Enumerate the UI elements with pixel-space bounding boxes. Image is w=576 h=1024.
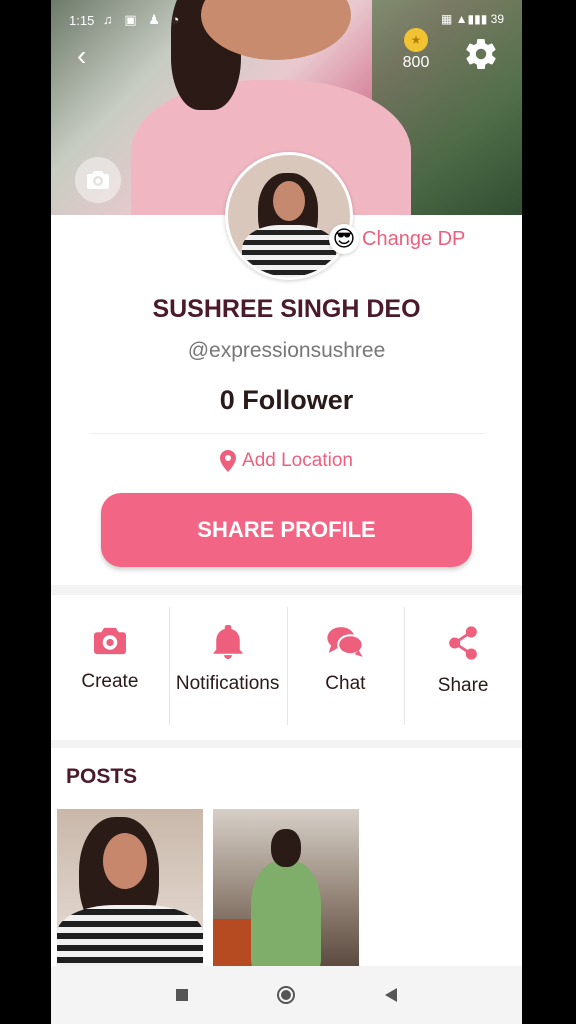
change-dp-label: Change DP bbox=[362, 227, 466, 250]
add-location-link[interactable]: Add Location bbox=[51, 450, 522, 472]
divider bbox=[89, 433, 484, 434]
post-thumbnail[interactable] bbox=[57, 809, 203, 967]
section-gap bbox=[51, 585, 522, 595]
camera-icon bbox=[93, 627, 126, 655]
back-arrow-icon[interactable]: ‹ bbox=[77, 42, 101, 70]
section-gap bbox=[51, 740, 522, 748]
status-time: 1:15 bbox=[69, 13, 95, 28]
action-create[interactable]: Create bbox=[51, 597, 169, 732]
chat-icon bbox=[327, 627, 365, 657]
coin-balance[interactable]: ★ 800 bbox=[397, 28, 435, 72]
bell-icon bbox=[213, 625, 243, 659]
action-row: Create Notifications Chat Share bbox=[51, 597, 522, 732]
action-notifications[interactable]: Notifications bbox=[168, 597, 287, 732]
share-icon bbox=[449, 626, 477, 660]
post-thumbnail[interactable] bbox=[213, 809, 359, 967]
back-icon[interactable] bbox=[385, 988, 398, 1002]
posts-heading: POSTS bbox=[66, 765, 138, 788]
action-label: Share bbox=[437, 675, 489, 696]
coin-icon: ★ bbox=[404, 28, 428, 52]
follower-count[interactable]: 0 Follower bbox=[51, 385, 522, 416]
status-app-icons: ♫ ▣ ♟ ◔ bbox=[103, 12, 184, 27]
status-indicators: ▦ ▲▮▮▮ 39 bbox=[440, 12, 504, 26]
status-bar: 1:15 ♫ ▣ ♟ ◔ ▦ ▲▮▮▮ 39 bbox=[51, 0, 522, 40]
action-label: Chat bbox=[325, 673, 366, 694]
action-chat[interactable]: Chat bbox=[286, 597, 405, 732]
sunglasses-emoji-icon: 😎 bbox=[329, 224, 359, 254]
action-share[interactable]: Share bbox=[404, 597, 522, 732]
settings-gear-icon[interactable] bbox=[463, 36, 499, 72]
change-dp-button[interactable]: 😎 Change DP bbox=[329, 216, 465, 262]
coin-count: 800 bbox=[402, 54, 430, 71]
change-cover-camera-icon[interactable] bbox=[75, 157, 121, 203]
location-pin-icon bbox=[220, 450, 237, 472]
profile-name: SUSHREE SINGH DEO bbox=[152, 295, 421, 323]
profile-handle: @expressionsushree bbox=[187, 339, 386, 362]
action-label: Create bbox=[81, 671, 139, 692]
share-profile-button[interactable]: SHARE PROFILE bbox=[101, 493, 472, 567]
system-nav-bar bbox=[51, 966, 522, 1024]
action-label: Notifications bbox=[175, 673, 280, 694]
home-icon[interactable] bbox=[277, 986, 296, 1004]
recent-apps-icon[interactable] bbox=[175, 989, 188, 1001]
add-location-label: Add Location bbox=[242, 450, 353, 471]
app-screen: 1:15 ♫ ▣ ♟ ◔ ▦ ▲▮▮▮ 39 ‹ ★ 800 😎 Change … bbox=[51, 0, 522, 1024]
